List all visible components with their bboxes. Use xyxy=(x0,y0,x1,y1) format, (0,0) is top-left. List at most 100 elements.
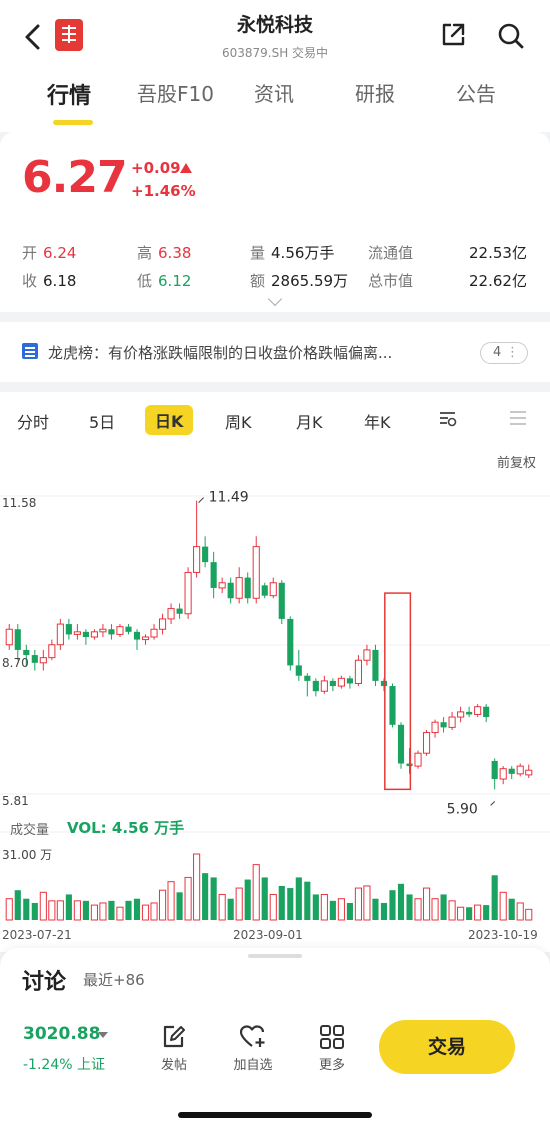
volume-bar xyxy=(466,907,473,920)
stat-float-cap-label: 流通值 xyxy=(368,244,414,262)
volume-bar xyxy=(116,906,124,921)
candle-body xyxy=(235,577,243,599)
candle-body xyxy=(499,768,507,780)
volume-bar xyxy=(363,885,371,921)
volume-bar xyxy=(227,898,234,920)
candle-body xyxy=(218,582,226,589)
volume-bar xyxy=(210,877,217,920)
volume-bar xyxy=(397,883,405,920)
volume-bar xyxy=(389,890,396,920)
stat-total-cap: 22.62亿 xyxy=(469,272,527,290)
candle-body xyxy=(525,769,533,776)
stat-total-cap-label: 总市值 xyxy=(368,272,414,290)
discussion-title[interactable]: 讨论 xyxy=(22,964,66,996)
volume-bar xyxy=(99,902,107,921)
candle-body xyxy=(227,582,234,599)
volume-bar xyxy=(193,853,201,921)
share-icon[interactable] xyxy=(440,22,466,48)
candle-body xyxy=(431,721,439,734)
volume-bar xyxy=(483,905,490,920)
volume-bar xyxy=(235,887,243,921)
more-label: 更多 xyxy=(318,1058,345,1073)
candle-body xyxy=(133,631,141,640)
kline-chart[interactable]: 11.49 5.90 xyxy=(0,392,550,952)
candle-body xyxy=(389,686,396,725)
notice-count-badge[interactable]: 4 xyxy=(480,342,528,364)
expand-chevron-icon[interactable] xyxy=(267,291,283,307)
dragon-tiger-notice[interactable]: 龙虎榜：有价格涨跌幅限制的日收盘价格跌幅偏离... 4 xyxy=(0,322,550,382)
volume-bar xyxy=(508,898,515,920)
candle-body xyxy=(448,716,456,728)
volume-bar xyxy=(261,877,268,920)
stock-code-status: 603879.SH 交易中 xyxy=(221,46,329,60)
kline-section: 分时 5日 日K 周K 月K 年K 前复权 11.49 5.90 11.58 8.… xyxy=(0,392,550,952)
candle-body xyxy=(466,711,473,715)
main-tabs: 行情 吾股F10 资讯 研报 公告 xyxy=(0,78,550,118)
min-price-label: 5.90 xyxy=(447,801,478,817)
trade-button[interactable]: 交易 xyxy=(379,1020,515,1074)
volume-bar xyxy=(141,904,150,921)
candle-body xyxy=(483,706,490,718)
bottom-panel: 讨论 最近+86 3020.88 -1.24% 上证 发帖 加自选 更多 交易 xyxy=(0,948,550,1130)
caret-down-icon[interactable] xyxy=(98,1032,108,1038)
candle-body xyxy=(474,706,482,715)
more-button[interactable]: 更多 xyxy=(307,1024,357,1073)
volume-bar xyxy=(39,891,47,921)
candle-body xyxy=(261,585,268,596)
candle-body xyxy=(337,677,345,687)
max-pointer xyxy=(198,497,204,504)
price-change-pct: +1.46% xyxy=(131,182,196,200)
search-icon[interactable] xyxy=(497,22,525,50)
volume-bar xyxy=(380,902,388,920)
candle-body xyxy=(31,655,38,663)
post-label: 发帖 xyxy=(160,1058,187,1073)
candle-body xyxy=(422,732,431,754)
max-price-label: 11.49 xyxy=(209,490,249,506)
candle-body xyxy=(202,546,209,563)
candle-body xyxy=(65,624,72,635)
drag-handle[interactable] xyxy=(248,954,302,958)
candle-body xyxy=(295,665,302,676)
volume-bar xyxy=(269,893,277,921)
candle-body xyxy=(380,680,388,687)
volume-bar xyxy=(14,890,21,920)
candle-body xyxy=(5,628,13,646)
candle-body xyxy=(346,678,353,684)
stat-prev-close: 收 6.18 xyxy=(22,272,77,290)
tab-quote[interactable]: 行情 xyxy=(47,78,91,110)
post-button[interactable]: 发帖 xyxy=(149,1024,199,1073)
stat-low: 低 6.12 xyxy=(137,272,192,290)
index-value[interactable]: 3020.88 xyxy=(23,1024,100,1044)
volume-bar xyxy=(304,881,311,920)
volume-bar xyxy=(244,879,251,920)
tab-announcement[interactable]: 公告 xyxy=(456,78,496,107)
candle-body xyxy=(125,626,132,632)
candle-body xyxy=(193,546,201,573)
volume-bar xyxy=(499,891,507,921)
volume-bar xyxy=(337,898,345,921)
volume-bar xyxy=(457,906,465,921)
volume-bar xyxy=(516,902,524,921)
tab-research[interactable]: 研报 xyxy=(355,78,395,107)
volume-bar xyxy=(252,864,260,921)
candle-body xyxy=(23,649,30,656)
volume-bar xyxy=(354,887,362,921)
volume-bar xyxy=(312,894,319,920)
index-change: -1.24% 上证 xyxy=(23,1057,105,1073)
add-watchlist-button[interactable]: 加自选 xyxy=(228,1024,278,1073)
candle-body xyxy=(210,562,217,588)
candle-body xyxy=(73,631,81,635)
volume-bar xyxy=(474,904,482,921)
candle-body xyxy=(329,680,336,687)
tab-f10[interactable]: 吾股F10 xyxy=(137,78,214,107)
tab-news[interactable]: 资讯 xyxy=(254,78,294,107)
volume-title: 成交量 xyxy=(10,823,50,838)
candle-body xyxy=(304,675,311,681)
home-indicator[interactable] xyxy=(178,1112,372,1118)
candle-body xyxy=(141,636,150,641)
candle-body xyxy=(184,571,192,615)
candle-body xyxy=(516,765,524,775)
candle-body xyxy=(116,626,124,635)
grid-icon xyxy=(320,1025,344,1049)
volume-axis-top: 31.00 万 xyxy=(2,848,53,862)
